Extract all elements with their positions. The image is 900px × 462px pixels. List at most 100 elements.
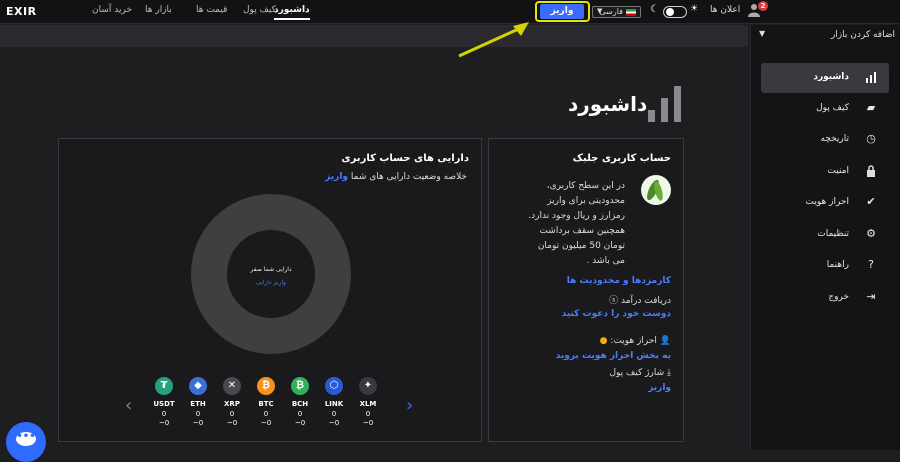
sidebar-item-logout[interactable]: ⇥ خروج: [761, 283, 889, 313]
dollar-circle-icon: ⓢ: [609, 296, 619, 306]
add-market-dropdown[interactable]: ▼ اضافه کردن بازار: [751, 25, 900, 47]
coin-eth[interactable]: ◆ ETH 0 ~0: [181, 377, 215, 427]
coin-symbol: USDT: [153, 400, 175, 408]
sidebar-item-history[interactable]: ◷ تاریخچه: [761, 125, 889, 155]
kyc-row: 👤 احراز هویت: ●: [600, 336, 671, 346]
nav-dashboard[interactable]: داشبورد: [274, 5, 310, 20]
user-outline-icon: 👤: [656, 336, 671, 346]
chevron-left-icon[interactable]: ‹: [125, 395, 132, 416]
page-title: داشبورد: [568, 92, 648, 116]
theme-toggle[interactable]: [663, 6, 687, 18]
annotation-arrow-icon: [458, 22, 529, 58]
usdt-icon: ₮: [155, 377, 173, 395]
coin-usdt[interactable]: ₮ USDT 0 ~0: [147, 377, 181, 427]
download-icon: ⤓: [664, 368, 671, 378]
assets-card-subtitle: خلاصه وضعیت دارایی های شما واریز: [325, 172, 467, 182]
coin-value: ~0: [294, 419, 306, 427]
xlm-icon: ✦: [359, 377, 377, 395]
coin-bch[interactable]: ₿ BCH 0 ~0: [283, 377, 317, 427]
exir-logo[interactable]: EXIR: [6, 5, 37, 18]
sidebar-item-label: احراز هویت: [805, 197, 849, 207]
chevron-right-icon[interactable]: ›: [406, 395, 413, 416]
user-level-card: حساب کاربری جلبک در این سطح کاربری، محدو…: [488, 138, 684, 442]
assets-subtitle-text: خلاصه وضعیت دارایی های شما: [350, 172, 467, 182]
coin-link[interactable]: ⬡ LINK 0 ~0: [317, 377, 351, 427]
deposit-button[interactable]: واریز: [540, 4, 584, 19]
kyc-label: احراز هویت:: [610, 336, 657, 346]
coin-symbol: ETH: [190, 400, 206, 408]
donut-empty-text: دارایی شما صفر: [250, 266, 292, 273]
sidebar: ▼ اضافه کردن بازار داشبورد ▰ کیف پول ◷ ت…: [750, 25, 900, 450]
sidebar-item-security[interactable]: امنیت: [761, 157, 889, 187]
nav-markets[interactable]: بازار ها: [145, 5, 172, 15]
coin-value: ~0: [328, 419, 340, 427]
coin-symbol: LINK: [324, 400, 344, 408]
btc-icon: ₿: [257, 377, 275, 395]
user-level-avatar: [641, 175, 671, 205]
coin-value: ~0: [260, 419, 272, 427]
kyc-link[interactable]: به بخش احراز هویت بروید: [556, 351, 671, 361]
nav-wallet[interactable]: کیف پول: [243, 5, 276, 15]
coin-xlm[interactable]: ✦ XLM 0 ~0: [351, 377, 385, 427]
assets-card-title: دارایی های حساب کاربری: [341, 153, 469, 164]
sidebar-item-dashboard[interactable]: داشبورد: [761, 63, 889, 93]
sidebar-item-wallet[interactable]: ▰ کیف پول: [761, 94, 889, 124]
coin-btc[interactable]: ₿ BTC 0 ~0: [249, 377, 283, 427]
bar-chart-icon: [648, 86, 682, 122]
iran-flag-icon: [626, 9, 636, 16]
language-select[interactable]: ▼ فارسی: [592, 6, 641, 18]
user-level-description: در این سطح کاربری، محدودیتی برای واریز ر…: [528, 181, 625, 266]
coin-balance: 0: [263, 410, 269, 418]
wallet-charge-link[interactable]: واریز: [648, 383, 671, 393]
assets-donut-chart: دارایی شما صفر واریز دارایی: [191, 194, 351, 354]
coin-balance: 0: [161, 410, 167, 418]
wallet-charge-label: شارژ کیف پول: [609, 368, 665, 378]
notification-badge: 2: [758, 1, 768, 11]
sidebar-item-settings[interactable]: ⚙ تنظیمات: [761, 220, 889, 250]
assets-deposit-link[interactable]: واریز: [325, 172, 348, 182]
user-card-title: حساب کاربری جلبک: [572, 153, 671, 164]
nav-easy-buy[interactable]: خرید آسان: [92, 5, 132, 15]
support-chat-button[interactable]: •••: [6, 422, 46, 462]
sun-icon: ☀: [690, 4, 699, 14]
nav-prices[interactable]: قیمت ها: [196, 5, 227, 15]
wallet-charge-row: ⤓ شارژ کیف پول: [609, 368, 671, 378]
chat-icon: •••: [16, 432, 36, 446]
moon-icon: ☾: [650, 4, 659, 15]
logout-icon: ⇥: [866, 290, 876, 303]
assets-card: دارایی های حساب کاربری خلاصه وضعیت دارای…: [58, 138, 482, 442]
sub-header-bar: [0, 25, 748, 47]
sidebar-item-label: خروج: [828, 292, 849, 302]
sidebar-item-label: راهنما: [826, 260, 849, 270]
link-icon: ⬡: [325, 377, 343, 395]
sidebar-item-help[interactable]: ? راهنما: [761, 251, 889, 281]
coin-value: ~0: [192, 419, 204, 427]
language-label: فارسی: [599, 7, 624, 16]
announcements-link[interactable]: اعلان ها: [710, 5, 740, 15]
coin-symbol: BCH: [291, 400, 309, 408]
invite-friend-link[interactable]: دوست خود را دعوت کنید: [562, 309, 671, 319]
coin-balance: 0: [297, 410, 303, 418]
xrp-icon: ✕: [223, 377, 241, 395]
coin-balance: 0: [365, 410, 371, 418]
sidebar-item-label: تاریخچه: [820, 134, 849, 144]
gear-icon: ⚙: [866, 227, 876, 240]
coin-balance: 0: [229, 410, 235, 418]
help-icon: ?: [868, 258, 874, 271]
coin-xrp[interactable]: ✕ XRP 0 ~0: [215, 377, 249, 427]
coin-value: ~0: [362, 419, 374, 427]
bch-icon: ₿: [291, 377, 309, 395]
sidebar-item-verification[interactable]: ✔ احراز هویت: [761, 188, 889, 218]
coin-symbol: XRP: [224, 400, 240, 408]
donut-deposit-link[interactable]: واریز دارایی: [191, 279, 351, 286]
coin-balance: 0: [331, 410, 337, 418]
fees-limits-link[interactable]: کارمزدها و محدودیت ها: [567, 276, 671, 286]
eth-icon: ◆: [189, 377, 207, 395]
warning-icon: ●: [599, 336, 608, 346]
earn-income-row: دریافت درآمد ⓢ: [609, 293, 671, 306]
coin-value: ~0: [158, 419, 170, 427]
sidebar-item-label: داشبورد: [813, 72, 849, 82]
clock-icon: ◷: [866, 132, 876, 145]
sidebar-item-label: امنیت: [827, 166, 849, 176]
chevron-down-icon: ▼: [759, 29, 766, 38]
